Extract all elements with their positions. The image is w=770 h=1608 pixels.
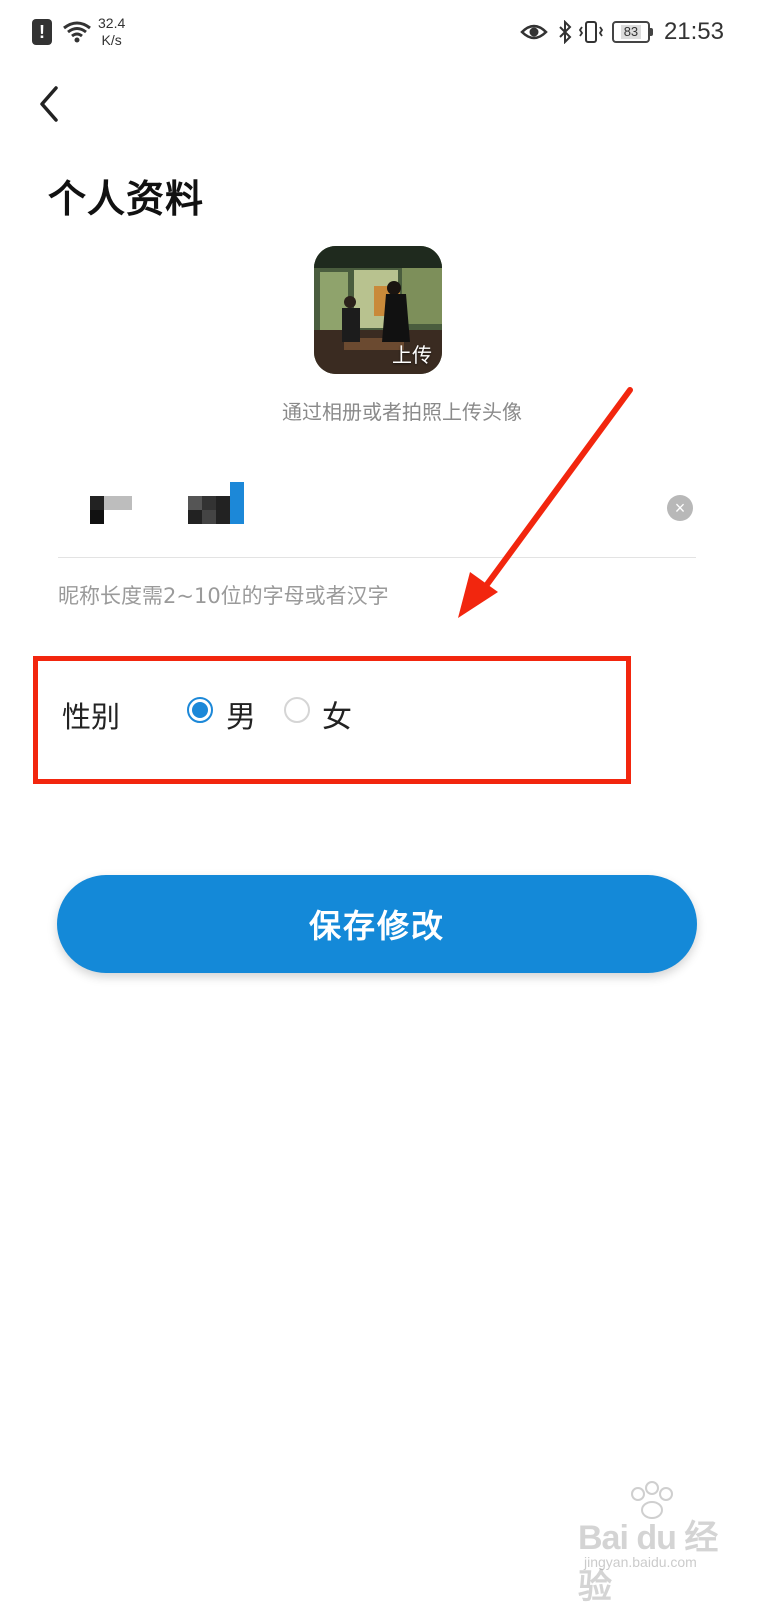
nickname-hint: 昵称长度需2~10位的字母或者汉字 [58, 584, 389, 608]
vibrate-icon [578, 21, 604, 43]
chevron-left-icon [40, 86, 58, 122]
annotation-arrow [458, 387, 633, 618]
watermark-site: jingyan.baidu.com [584, 1554, 697, 1570]
pixelated-nickname [90, 482, 260, 524]
battery-level: 83 [620, 25, 642, 39]
status-time: 21:53 [663, 18, 724, 45]
status-bar-left: ! 32.4 K/s [32, 12, 125, 52]
gender-female-radio[interactable] [284, 697, 310, 723]
baidu-watermark: Bai du 经验 jingyan.baidu.com [578, 1480, 728, 1606]
gender-male-label[interactable]: 男 [226, 692, 256, 736]
radio-selected-dot [192, 702, 208, 718]
network-speed-value: 32.4 [98, 15, 126, 31]
wifi-icon [63, 21, 91, 43]
gender-female-label[interactable]: 女 [322, 692, 352, 736]
network-speed-unit: K/s [101, 32, 122, 48]
save-button[interactable]: 保存修改 [57, 875, 697, 973]
alert-icon: ! [32, 19, 52, 45]
status-bar-right: 83 21:53 [520, 12, 724, 52]
clear-input-button[interactable]: × [667, 495, 693, 521]
eye-icon [520, 24, 548, 40]
bluetooth-icon [559, 20, 572, 44]
battery-icon: 83 [611, 21, 653, 43]
close-icon: × [674, 498, 686, 518]
back-button[interactable] [30, 82, 70, 126]
nickname-input[interactable] [90, 482, 260, 524]
avatar-upload[interactable]: 上传 [314, 246, 442, 374]
avatar-hint: 通过相册或者拍照上传头像 [282, 400, 522, 424]
gender-male-radio[interactable] [187, 697, 213, 723]
gender-label: 性别 [62, 700, 121, 734]
network-speed: 32.4 K/s [98, 15, 125, 49]
page-title: 个人资料 [48, 177, 205, 221]
avatar-upload-label: 上传 [392, 343, 432, 367]
